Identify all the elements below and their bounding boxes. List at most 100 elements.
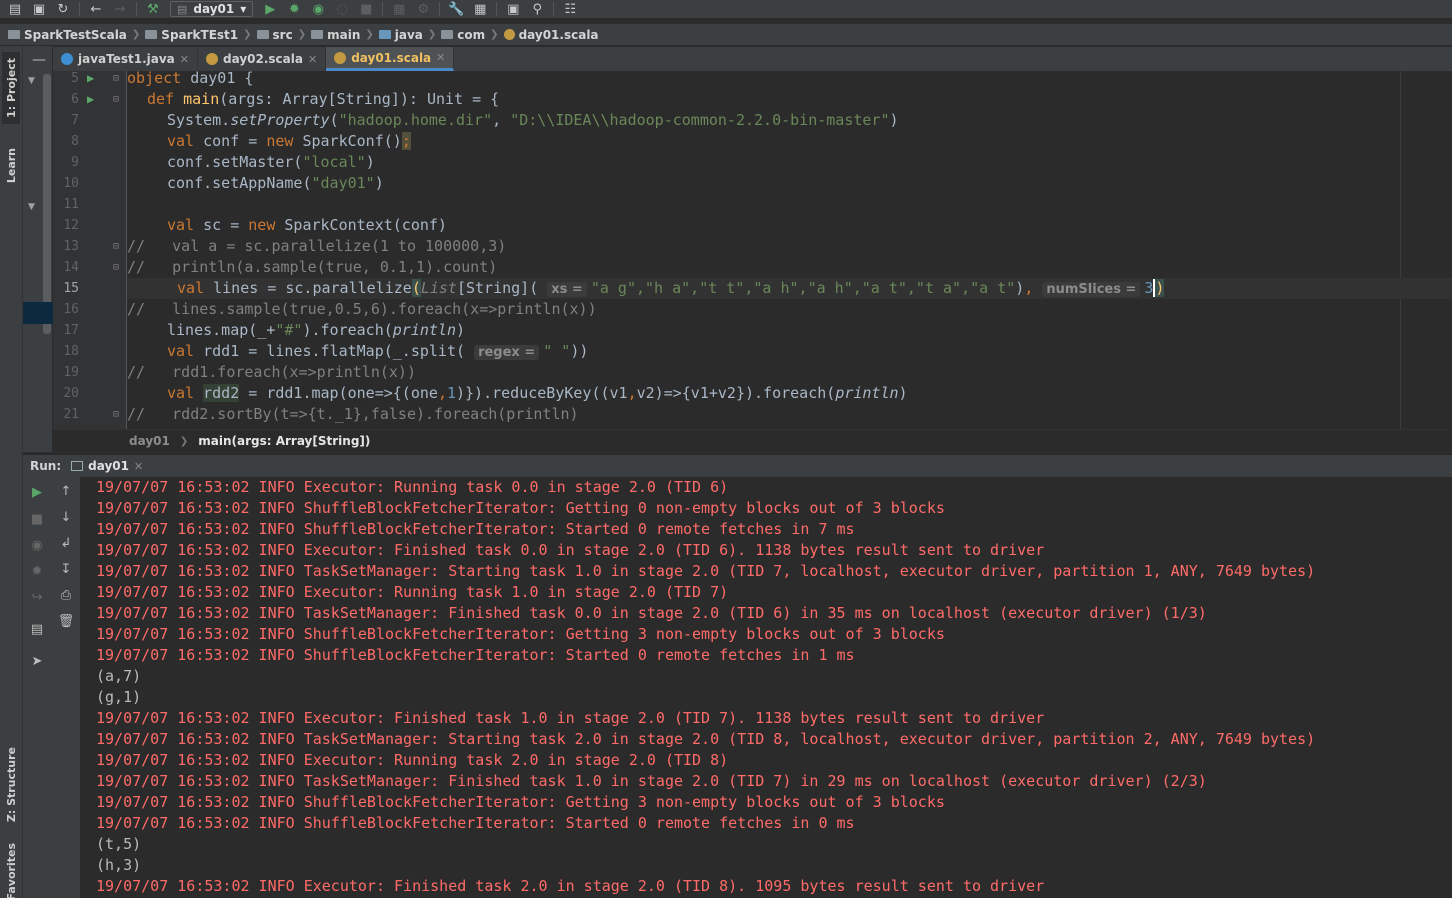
terminal-icon[interactable]: ▣ [502,0,524,18]
tool-tab-project[interactable]: 1: Project [2,52,20,124]
trash-icon[interactable]: 🗑 [51,615,81,628]
minimize-icon[interactable]: — [32,52,46,68]
tool-tab-learn[interactable]: Learn [2,138,20,194]
toolbar-divider [496,2,498,16]
back-icon[interactable]: ← [85,0,107,18]
chevron-right-icon: ❯ [131,29,141,40]
close-icon[interactable]: ✕ [134,460,143,473]
debug-icon[interactable]: ✹ [23,565,51,578]
close-icon[interactable]: ✕ [308,53,317,66]
run-gutter-icon[interactable]: ▶ [87,71,94,89]
editor-gutter[interactable]: 5 ▶ ⊟ 6 ▶ ⊟ 7 8 9 10 11 12 13 ⊟ 14 ⊟ 15 16 17 … [53,71,127,429]
layout-icon[interactable]: ▤ [23,623,51,636]
vcs-icon[interactable]: ☷ [559,0,581,18]
gutter-line: 5 ▶ ⊟ [53,71,127,89]
run-actions-toolbar: ▶ ■ ◉ ✹ ↪ ▤ ➤ [23,477,51,898]
breadcrumb-src[interactable]: src [256,28,293,42]
gutter-line: 21 ⊟ [53,404,127,425]
fold-icon[interactable]: ⊟ [113,71,119,89]
console-log-line: 19/07/07 16:53:02 INFO ShuffleBlockFetch… [96,646,855,664]
folder-icon [256,30,269,39]
attach-icon[interactable]: ▦ [388,0,410,18]
code-line-comment: // val a = sc.parallelize(1 to 100000,3) [127,237,507,255]
run-panel-label: Run: [30,459,62,473]
tab-javatest1[interactable]: javaTest1.java ✕ [53,47,198,71]
console-icon [71,461,84,471]
print-icon[interactable]: ⎙ [51,589,81,602]
breadcrumb-com[interactable]: com [441,28,485,42]
run-panel-header: Run: day01 ✕ [23,454,1452,477]
run-gutter-icon[interactable]: ▶ [87,89,94,110]
tab-day01[interactable]: day01.scala ✕ [326,47,455,71]
fold-icon[interactable]: ⊟ [113,89,119,110]
stop-icon[interactable]: ■ [23,513,51,526]
scroll-to-end-icon[interactable]: ↧ [51,563,81,576]
left-tool-stripe: 1: Project Learn Z: Structure Favorites [0,46,23,898]
camera-icon[interactable]: ◉ [23,539,51,552]
gutter-line: 9 [71,155,79,170]
console-log-line: 19/07/07 16:53:02 INFO Executor: Running… [96,583,729,601]
debug-icon[interactable]: ✹ [283,0,305,18]
parameter-hint-numslices: numSlices = [1042,282,1141,297]
console-actions-toolbar: ↑ ↓ ↲ ↧ ⎙ 🗑 [51,477,81,898]
toolbar-divider [382,2,384,16]
java-class-icon [61,53,73,65]
coverage-icon[interactable]: ◉ [307,0,329,18]
close-icon[interactable]: ✕ [180,53,189,66]
breadcrumb-file[interactable]: day01.scala [503,28,599,42]
toolbar-divider [439,2,441,16]
sdk-icon[interactable]: ⚙ [412,0,434,18]
chevron-right-icon: ❯ [297,29,307,40]
profile-icon[interactable]: ◌ [331,0,353,18]
open-icon[interactable]: ▤ [4,0,26,18]
code-line-comment: // println(a.sample(true, 0.1,1).count) [127,258,498,276]
console-log-line: 19/07/07 16:53:02 INFO ShuffleBlockFetch… [96,814,855,832]
run-tab-day01[interactable]: day01 ✕ [71,459,143,473]
project-scrollbar[interactable] [43,74,51,334]
rerun-icon[interactable]: ▶ [23,486,51,499]
fold-icon[interactable]: ⊟ [113,404,119,425]
stop-icon[interactable]: ■ [355,0,377,18]
scala-file-icon [503,29,515,40]
pin-icon[interactable]: ➤ [23,655,51,668]
console-log-line: 19/07/07 16:53:02 INFO TaskSetManager: S… [96,730,1316,748]
breadcrumb-java[interactable]: java [378,28,423,42]
breadcrumb-object[interactable]: day01 [129,434,170,448]
expand-arrow-icon[interactable]: ▼ [28,202,35,212]
console-output[interactable]: 19/07/07 16:53:02 INFO Executor: Running… [81,477,1452,898]
fold-icon[interactable]: ⊟ [113,236,119,257]
search-icon[interactable]: ⚲ [526,0,548,18]
project-selected-row[interactable] [23,302,53,324]
tool-tab-structure[interactable]: Z: Structure [2,740,20,830]
breadcrumb-project[interactable]: SparkTestScala [8,28,127,42]
build-icon[interactable]: ⚒ [142,0,164,18]
arrow-up-icon[interactable]: ↑ [51,485,81,498]
breadcrumb-module[interactable]: SparkTEst1 [145,28,238,42]
folder-icon [8,30,20,39]
exit-icon[interactable]: ↪ [23,591,51,604]
run-icon[interactable]: ▶ [259,0,281,18]
folder-icon [145,30,158,39]
toolbar-divider [79,2,80,16]
expand-arrow-icon[interactable]: ▼ [28,76,35,86]
breadcrumb-main[interactable]: main [311,28,360,42]
soft-wrap-icon[interactable]: ↲ [51,537,81,550]
forward-icon[interactable]: → [109,0,131,18]
save-icon[interactable]: ▣ [28,0,50,18]
tab-day02[interactable]: day02.scala ✕ [198,47,327,71]
console-log-line: 19/07/07 16:53:02 INFO Executor: Finishe… [96,541,1045,559]
gutter-line: 16 [63,302,79,317]
run-config-selector[interactable]: ▤ day01 ▾ [170,1,254,17]
code-editor[interactable]: 5 ▶ ⊟ 6 ▶ ⊟ 7 8 9 10 11 12 13 ⊟ 14 ⊟ 15 16 17 … [53,71,1452,429]
fold-icon[interactable]: ⊟ [113,257,119,278]
arrow-down-icon[interactable]: ↓ [51,511,81,524]
gutter-line: 20 [63,386,79,401]
breadcrumb-method[interactable]: main(args: Array[String]) [198,434,370,448]
settings-icon[interactable]: 🔧 [445,0,467,18]
close-icon[interactable]: ✕ [436,51,445,64]
project-structure-icon[interactable]: ▦ [469,0,491,18]
sync-icon[interactable]: ↻ [52,0,74,18]
package-icon [441,30,454,39]
tool-tab-favorites[interactable]: Favorites [2,843,20,898]
code-text-area[interactable]: object day01 { def main(args: Array[Stri… [127,71,1452,429]
